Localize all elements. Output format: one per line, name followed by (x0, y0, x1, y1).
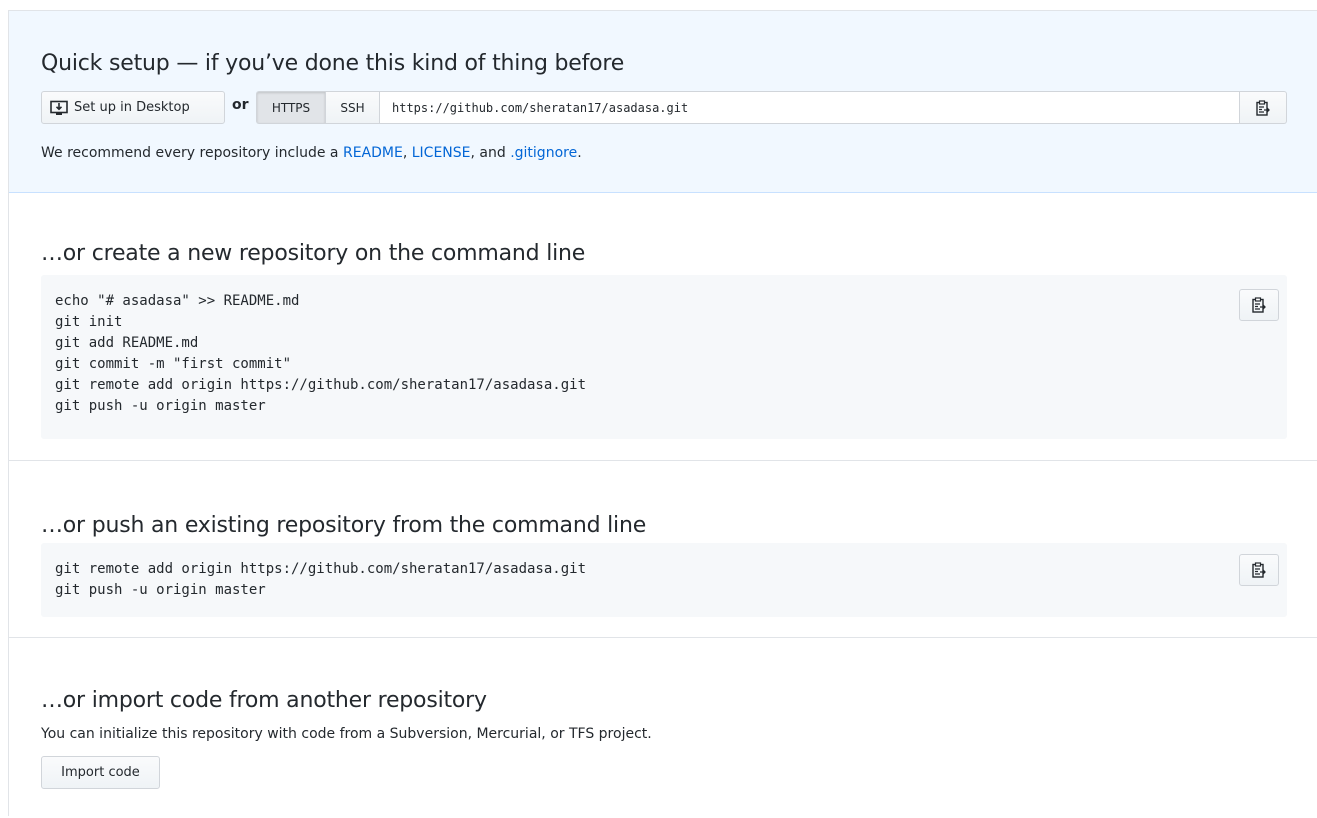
clippy-icon (1252, 562, 1266, 578)
push-repo-title: …or push an existing repository from the… (41, 513, 647, 538)
clone-url-group: HTTPS SSH (256, 91, 1287, 124)
gitignore-link[interactable]: .gitignore (510, 145, 577, 161)
protocol-ssh-button[interactable]: SSH (325, 91, 379, 124)
or-label: or (232, 97, 249, 113)
clippy-icon (1256, 99, 1270, 116)
protocol-https-button[interactable]: HTTPS (256, 91, 325, 124)
recommend-sep2: , and (470, 145, 511, 161)
setup-in-desktop-label: Set up in Desktop (74, 100, 190, 115)
quick-setup-section: Quick setup — if you’ve done this kind o… (9, 11, 1317, 193)
create-repo-code[interactable]: echo "# asadasa" >> README.md git init g… (41, 275, 1287, 433)
import-code-button[interactable]: Import code (41, 756, 160, 789)
import-description: You can initialize this repository with … (41, 726, 652, 742)
clippy-icon (1252, 297, 1266, 313)
license-link[interactable]: LICENSE (412, 145, 471, 161)
import-repo-title: …or import code from another repository (41, 688, 487, 713)
recommend-prefix: We recommend every repository include a (41, 145, 343, 161)
import-repo-section: …or import code from another repository … (9, 638, 1317, 818)
desktop-download-icon (50, 100, 68, 116)
clone-url-input[interactable] (379, 91, 1240, 124)
push-repo-code[interactable]: git remote add origin https://github.com… (41, 543, 1287, 617)
recommend-text: We recommend every repository include a … (41, 145, 582, 161)
setup-in-desktop-button[interactable]: Set up in Desktop (41, 91, 225, 124)
recommend-sep1: , (402, 145, 412, 161)
quick-setup-title: Quick setup — if you’ve done this kind o… (41, 51, 625, 76)
push-repo-section: …or push an existing repository from the… (9, 461, 1317, 638)
copy-url-button[interactable] (1240, 91, 1287, 124)
create-repo-code-block: echo "# asadasa" >> README.md git init g… (41, 275, 1287, 439)
copy-create-commands-button[interactable] (1239, 289, 1279, 321)
recommend-suffix: . (577, 145, 582, 161)
copy-push-commands-button[interactable] (1239, 554, 1279, 586)
repo-setup-panel: Quick setup — if you’ve done this kind o… (8, 10, 1317, 816)
readme-link[interactable]: README (343, 145, 403, 161)
create-repo-section: …or create a new repository on the comma… (9, 193, 1317, 461)
push-repo-code-block: git remote add origin https://github.com… (41, 543, 1287, 617)
create-repo-title: …or create a new repository on the comma… (41, 241, 586, 266)
